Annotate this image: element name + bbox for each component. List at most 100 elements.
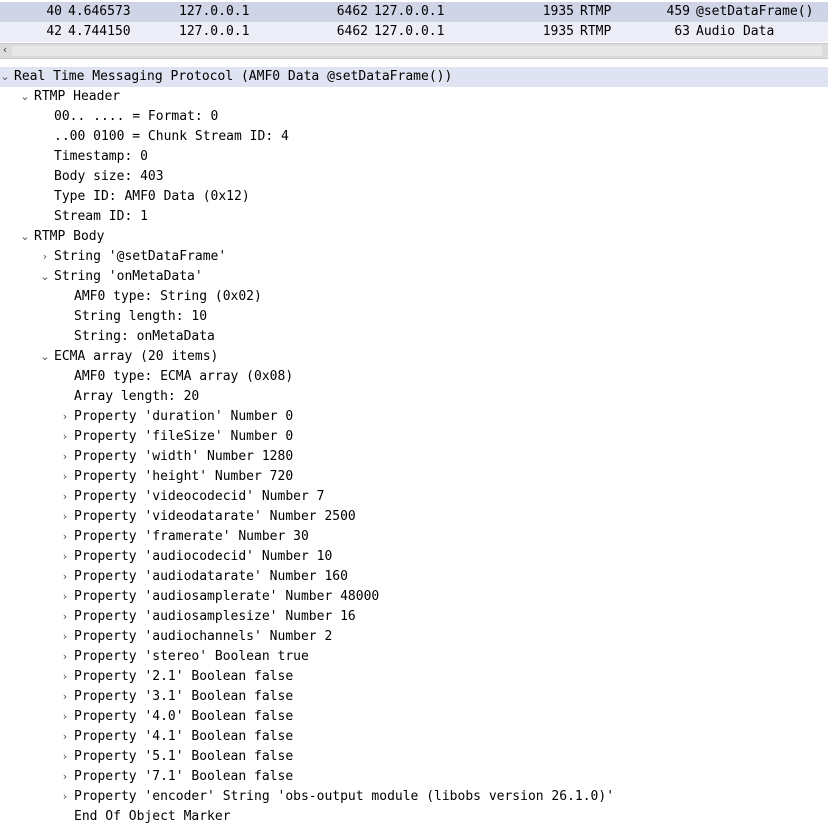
tree-node[interactable]: › String '@setDataFrame' xyxy=(0,247,828,267)
chevron-down-icon[interactable]: ⌄ xyxy=(18,227,32,247)
packet-length: 459 xyxy=(666,4,690,19)
tree-node[interactable]: ⌄ ECMA array (20 items) xyxy=(0,347,828,367)
chevron-right-icon[interactable]: › xyxy=(58,567,72,587)
tree-node[interactable]: › Property 'videodatarate' Number 2500 xyxy=(0,507,828,527)
packet-destination: 127.0.0.1 xyxy=(374,24,445,39)
tree-node[interactable]: AMF0 type: ECMA array (0x08) xyxy=(0,367,828,387)
tree-node[interactable]: › Property '4.1' Boolean false xyxy=(0,727,828,747)
tree-node-label: Property 'videodatarate' Number 2500 xyxy=(74,509,356,524)
tree-node[interactable]: Body size: 403 xyxy=(0,167,828,187)
chevron-right-icon[interactable]: › xyxy=(58,787,72,807)
tree-node-label: Property 'audiochannels' Number 2 xyxy=(74,629,333,644)
tree-node-label: RTMP Body xyxy=(34,229,105,244)
tree-node[interactable]: ⌄ RTMP Body xyxy=(0,227,828,247)
tree-node-label: String length: 10 xyxy=(74,309,208,324)
tree-node[interactable]: End Of Object Marker xyxy=(0,807,828,827)
tree-node-label: Property 'audiosamplesize' Number 16 xyxy=(74,609,356,624)
tree-node-label: Stream ID: 1 xyxy=(54,209,148,224)
tree-node-label: AMF0 type: String (0x02) xyxy=(74,289,262,304)
tree-node-label: Property '4.1' Boolean false xyxy=(74,729,294,744)
packet-destination-port: 1935 xyxy=(542,4,574,19)
tree-node[interactable]: › Property 'audiochannels' Number 2 xyxy=(0,627,828,647)
chevron-right-icon[interactable]: › xyxy=(58,547,72,567)
tree-node[interactable]: › Property '5.1' Boolean false xyxy=(0,747,828,767)
tree-node[interactable]: 00.. .... = Format: 0 xyxy=(0,107,828,127)
packet-list: 40 4.646573 127.0.0.1 6462 127.0.0.1 193… xyxy=(0,0,828,43)
tree-node[interactable]: › Property '4.0' Boolean false xyxy=(0,707,828,727)
chevron-right-icon[interactable]: › xyxy=(58,707,72,727)
tree-node[interactable]: › Property 'encoder' String 'obs-output m… xyxy=(0,787,828,807)
chevron-right-icon[interactable]: › xyxy=(58,527,72,547)
packet-no: 40 xyxy=(46,4,62,19)
chevron-right-icon[interactable]: › xyxy=(58,727,72,747)
tree-node[interactable]: ..00 0100 = Chunk Stream ID: 4 xyxy=(0,127,828,147)
scrollbar-thumb[interactable] xyxy=(12,46,822,56)
horizontal-scrollbar[interactable]: ‹ xyxy=(0,43,828,59)
tree-node-label: Property 'audiodatarate' Number 160 xyxy=(74,569,348,584)
chevron-right-icon[interactable]: › xyxy=(58,587,72,607)
chevron-right-icon[interactable]: › xyxy=(58,647,72,667)
tree-node[interactable]: › Property 'videocodecid' Number 7 xyxy=(0,487,828,507)
packet-row[interactable]: 42 4.744150 127.0.0.1 6462 127.0.0.1 193… xyxy=(0,22,828,42)
tree-node-label: AMF0 type: ECMA array (0x08) xyxy=(74,369,294,384)
tree-node[interactable]: › Property 'audiocodecid' Number 10 xyxy=(0,547,828,567)
packet-destination-port: 1935 xyxy=(542,24,574,39)
packet-row-selected[interactable]: 40 4.646573 127.0.0.1 6462 127.0.0.1 193… xyxy=(0,2,828,22)
tree-node-label: ECMA array (20 items) xyxy=(54,349,219,364)
tree-node[interactable]: ⌄ RTMP Header xyxy=(0,87,828,107)
chevron-right-icon[interactable]: › xyxy=(58,507,72,527)
tree-node[interactable]: Array length: 20 xyxy=(0,387,828,407)
tree-node[interactable]: › Property 'stereo' Boolean true xyxy=(0,647,828,667)
tree-node[interactable]: › Property '2.1' Boolean false xyxy=(0,667,828,687)
tree-node-label: Body size: 403 xyxy=(54,169,164,184)
packet-details-tree: ⌄ Real Time Messaging Protocol (AMF0 Data… xyxy=(0,67,828,827)
packet-destination: 127.0.0.1 xyxy=(374,4,445,19)
tree-node[interactable]: ⌄ Real Time Messaging Protocol (AMF0 Data… xyxy=(0,67,828,87)
packet-source: 127.0.0.1 xyxy=(179,4,250,19)
tree-node[interactable]: › Property '7.1' Boolean false xyxy=(0,767,828,787)
chevron-down-icon[interactable]: ⌄ xyxy=(38,267,52,287)
chevron-right-icon[interactable]: › xyxy=(58,487,72,507)
chevron-right-icon[interactable]: › xyxy=(58,427,72,447)
chevron-right-icon[interactable]: › xyxy=(58,767,72,787)
tree-node-label: RTMP Header xyxy=(34,89,121,104)
tree-node[interactable]: ⌄ String 'onMetaData' xyxy=(0,267,828,287)
scroll-left-icon[interactable]: ‹ xyxy=(0,42,10,58)
tree-node-label: Property 'fileSize' Number 0 xyxy=(74,429,294,444)
chevron-right-icon[interactable]: › xyxy=(58,467,72,487)
tree-node[interactable]: › Property 'fileSize' Number 0 xyxy=(0,427,828,447)
tree-node[interactable]: › Property 'duration' Number 0 xyxy=(0,407,828,427)
chevron-right-icon[interactable]: › xyxy=(58,687,72,707)
tree-node[interactable]: String: onMetaData xyxy=(0,327,828,347)
chevron-right-icon[interactable]: › xyxy=(58,667,72,687)
packet-info: Audio Data xyxy=(696,24,775,39)
chevron-right-icon[interactable]: › xyxy=(58,407,72,427)
tree-node[interactable]: Type ID: AMF0 Data (0x12) xyxy=(0,187,828,207)
tree-node[interactable]: › Property 'height' Number 720 xyxy=(0,467,828,487)
tree-node[interactable]: › Property 'audiodatarate' Number 160 xyxy=(0,567,828,587)
chevron-right-icon[interactable]: › xyxy=(38,247,52,267)
tree-node[interactable]: › Property '3.1' Boolean false xyxy=(0,687,828,707)
tree-node[interactable]: › Property 'audiosamplerate' Number 48000 xyxy=(0,587,828,607)
chevron-right-icon[interactable]: › xyxy=(58,607,72,627)
packet-time: 4.744150 xyxy=(68,24,131,39)
chevron-right-icon[interactable]: › xyxy=(58,627,72,647)
tree-node-label: Property 'audiosamplerate' Number 48000 xyxy=(74,589,380,604)
chevron-right-icon[interactable]: › xyxy=(58,447,72,467)
tree-node[interactable]: › Property 'framerate' Number 30 xyxy=(0,527,828,547)
tree-node-label: Property '3.1' Boolean false xyxy=(74,689,294,704)
chevron-right-icon[interactable]: › xyxy=(58,747,72,767)
tree-node-label: Property 'encoder' String 'obs-output mo… xyxy=(74,789,615,804)
tree-node[interactable]: › Property 'width' Number 1280 xyxy=(0,447,828,467)
chevron-down-icon[interactable]: ⌄ xyxy=(18,87,32,107)
tree-node[interactable]: › Property 'audiosamplesize' Number 16 xyxy=(0,607,828,627)
chevron-down-icon[interactable]: ⌄ xyxy=(38,347,52,367)
tree-node[interactable]: Stream ID: 1 xyxy=(0,207,828,227)
tree-node-label: Property 'duration' Number 0 xyxy=(74,409,294,424)
tree-node[interactable]: Timestamp: 0 xyxy=(0,147,828,167)
tree-node[interactable]: String length: 10 xyxy=(0,307,828,327)
tree-node-label: Timestamp: 0 xyxy=(54,149,148,164)
packet-info: @setDataFrame() xyxy=(696,4,814,19)
tree-node[interactable]: AMF0 type: String (0x02) xyxy=(0,287,828,307)
chevron-down-icon[interactable]: ⌄ xyxy=(0,67,12,87)
